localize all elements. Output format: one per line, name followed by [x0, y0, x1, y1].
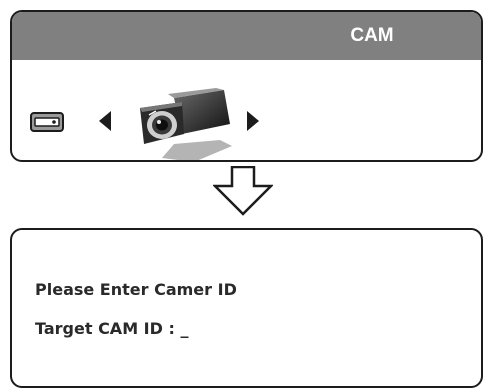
camera-id-panel: Please Enter Camer ID Target CAM ID : _: [10, 228, 483, 388]
arrow-left-icon[interactable]: [98, 110, 112, 132]
target-cam-id-field[interactable]: Target CAM ID : _: [35, 319, 188, 339]
camera-controls: [12, 60, 481, 160]
enter-camera-id-prompt: Please Enter Camer ID: [35, 280, 237, 299]
panel-title: CAM: [350, 25, 394, 46]
arrow-right-icon[interactable]: [246, 110, 260, 132]
down-arrow-icon: [213, 166, 273, 216]
input-source-icon: [30, 112, 64, 132]
security-camera-icon: [140, 88, 232, 160]
camera-select-panel: CAM: [10, 10, 483, 162]
title-bar: CAM: [12, 12, 481, 60]
